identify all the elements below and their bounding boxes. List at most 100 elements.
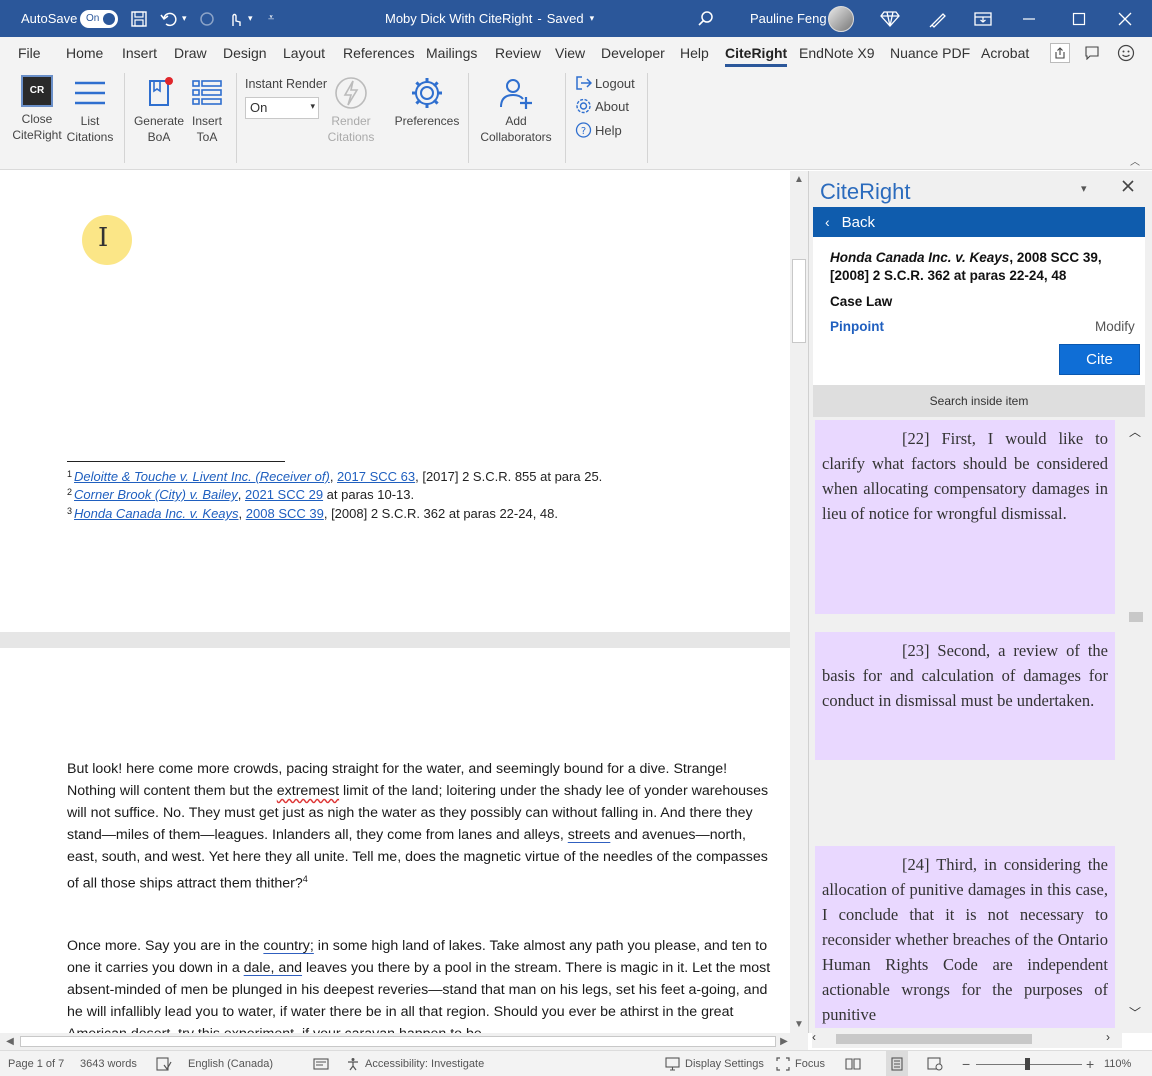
instant-render-select[interactable]: On ▾ — [245, 97, 319, 119]
paragraph-1[interactable]: But look! here come more crowds, pacing … — [67, 758, 772, 895]
pane-scroll-right-icon[interactable]: › — [1106, 1030, 1110, 1044]
ribbon-display-icon[interactable] — [974, 0, 992, 37]
grammar-suggestion[interactable]: country; — [263, 938, 313, 954]
document-page-2[interactable]: But look! here come more crowds, pacing … — [0, 648, 790, 1033]
read-mode-icon[interactable] — [845, 1051, 861, 1076]
tab-references[interactable]: References — [343, 37, 415, 69]
user-avatar[interactable] — [828, 5, 854, 32]
proofing-icon[interactable] — [156, 1051, 172, 1076]
footnote-2-cite-link[interactable]: 2021 SCC 29 — [245, 487, 323, 502]
web-layout-icon[interactable] — [927, 1051, 943, 1076]
paragraph-card-23[interactable]: [23] Second, a review of the basis for a… — [815, 632, 1115, 760]
tab-citeright[interactable]: CiteRight — [725, 37, 788, 69]
tab-insert[interactable]: Insert — [122, 37, 157, 69]
comments-icon[interactable] — [1082, 43, 1102, 63]
scroll-right-icon[interactable]: ▶ — [776, 1033, 792, 1049]
pen-icon[interactable] — [928, 0, 948, 37]
tab-layout[interactable]: Layout — [283, 37, 325, 69]
footnote-3[interactable]: 3 Honda Canada Inc. v. Keays, 2008 SCC 39… — [67, 506, 558, 521]
scroll-up-icon[interactable]: ▲ — [791, 171, 807, 187]
about-button[interactable]: About — [575, 98, 629, 114]
tab-help[interactable]: Help — [680, 37, 709, 69]
accessibility-status[interactable]: Accessibility: Investigate — [346, 1051, 484, 1076]
feedback-smiley-icon[interactable] — [1116, 43, 1136, 63]
scroll-thumb[interactable] — [792, 259, 806, 343]
zoom-in-icon[interactable]: + — [1086, 1051, 1094, 1076]
render-citations-button[interactable]: Render Citations — [322, 75, 380, 145]
paragraph-card-22[interactable]: [22] First, I would like to clarify what… — [815, 420, 1115, 614]
language[interactable]: English (Canada) — [188, 1051, 273, 1076]
undo-icon[interactable] — [160, 0, 178, 37]
tab-endnote[interactable]: EndNote X9 — [799, 37, 875, 69]
tab-view[interactable]: View — [555, 37, 585, 69]
paragraph-card-24[interactable]: [24] Third, in considering the allocatio… — [815, 846, 1115, 1033]
saved-dropdown-icon[interactable]: ▾ — [590, 13, 595, 24]
undo-dropdown-icon[interactable]: ▾ — [182, 0, 187, 37]
tab-file[interactable]: File — [18, 37, 41, 69]
minimize-icon[interactable] — [1022, 0, 1036, 37]
pane-close-icon[interactable] — [1121, 179, 1135, 198]
maximize-icon[interactable] — [1072, 0, 1086, 37]
grammar-suggestion[interactable]: streets — [568, 827, 611, 843]
user-name[interactable]: Pauline Feng — [750, 0, 827, 37]
footnote-3-cite-link[interactable]: 2008 SCC 39 — [246, 506, 324, 521]
word-count[interactable]: 3643 words — [80, 1051, 137, 1076]
back-button[interactable]: ‹ Back — [813, 207, 1145, 237]
tab-design[interactable]: Design — [223, 37, 267, 69]
pinpoint-link[interactable]: Pinpoint — [830, 319, 884, 334]
pane-scroll-thumb[interactable] — [1129, 612, 1143, 622]
saved-status[interactable]: Saved — [547, 11, 584, 26]
zoom-out-icon[interactable]: − — [962, 1051, 970, 1076]
horizontal-scrollbar[interactable]: ◀ ▶ — [0, 1033, 808, 1050]
document-page-1[interactable]: I 1 Deloitte & Touche v. Livent Inc. (Rec… — [0, 171, 790, 632]
footnote-2-case-link[interactable]: Corner Brook (City) v. Bailey — [74, 487, 238, 502]
autosave-toggle[interactable]: On — [80, 9, 118, 28]
help-button[interactable]: ? Help — [575, 122, 622, 138]
paragraph-2[interactable]: Once more. Say you are in the country; i… — [67, 935, 772, 1033]
cite-button[interactable]: Cite — [1059, 344, 1140, 375]
tab-nuance-pdf[interactable]: Nuance PDF — [890, 37, 970, 69]
focus-mode[interactable]: Focus — [776, 1051, 825, 1076]
print-layout-icon[interactable] — [886, 1051, 908, 1076]
logout-button[interactable]: Logout — [575, 75, 635, 91]
pane-hscroll[interactable]: ‹ › — [812, 1030, 1122, 1048]
touch-dropdown-icon[interactable]: ▾ — [248, 0, 253, 37]
pane-scroll-up-icon[interactable]: ︿ — [1129, 423, 1141, 440]
collapse-ribbon-icon[interactable]: ︿ — [1130, 153, 1140, 168]
share-icon[interactable] — [1050, 43, 1070, 63]
page-count[interactable]: Page 1 of 7 — [8, 1051, 64, 1076]
footnote-1-case-link[interactable]: Deloitte & Touche v. Livent Inc. (Receiv… — [74, 469, 330, 484]
footnote-3-case-link[interactable]: Honda Canada Inc. v. Keays — [74, 506, 239, 521]
add-collaborators-button[interactable]: Add Collaborators — [476, 75, 556, 145]
footnote-2[interactable]: 2 Corner Brook (City) v. Bailey, 2021 SCC… — [67, 487, 414, 502]
close-window-icon[interactable] — [1118, 0, 1132, 37]
zoom-slider[interactable] — [976, 1051, 1082, 1076]
tab-home[interactable]: Home — [66, 37, 103, 69]
text-predictions-icon[interactable] — [313, 1051, 329, 1076]
display-settings[interactable]: Display Settings — [665, 1051, 764, 1076]
zoom-slider-thumb[interactable] — [1025, 1058, 1030, 1070]
zoom-level[interactable]: 110% — [1104, 1051, 1131, 1076]
pane-hscroll-thumb[interactable] — [836, 1034, 1032, 1044]
touch-mode-icon[interactable] — [226, 0, 244, 37]
scroll-left-icon[interactable]: ◀ — [2, 1033, 18, 1049]
footnote-1-cite-link[interactable]: 2017 SCC 63 — [337, 469, 415, 484]
footnote-1[interactable]: 1 Deloitte & Touche v. Livent Inc. (Recei… — [67, 469, 602, 484]
spelling-error[interactable]: extremest — [277, 783, 339, 799]
generate-boa-button[interactable]: Generate BoA — [132, 75, 186, 145]
grammar-suggestion[interactable]: dale, and — [244, 960, 302, 976]
redo-icon[interactable] — [198, 0, 216, 37]
pane-scroll-left-icon[interactable]: ‹ — [812, 1030, 816, 1044]
pane-scroll-down-icon[interactable]: ﹀ — [1129, 1004, 1141, 1021]
tab-review[interactable]: Review — [495, 37, 541, 69]
tab-draw[interactable]: Draw — [174, 37, 207, 69]
search-icon[interactable] — [697, 0, 715, 37]
modify-link[interactable]: Modify — [1095, 319, 1135, 334]
tab-developer[interactable]: Developer — [601, 37, 665, 69]
tab-acrobat[interactable]: Acrobat — [981, 37, 1029, 69]
pane-scrollbar[interactable]: ︿ ﹀ — [1127, 419, 1145, 1020]
horizontal-scroll-thumb[interactable] — [20, 1036, 776, 1047]
pane-options-icon[interactable]: ▾ — [1081, 182, 1087, 195]
document-scrollbar[interactable]: ▲ ▼ — [790, 171, 808, 1033]
scroll-down-icon[interactable]: ▼ — [791, 1016, 807, 1032]
